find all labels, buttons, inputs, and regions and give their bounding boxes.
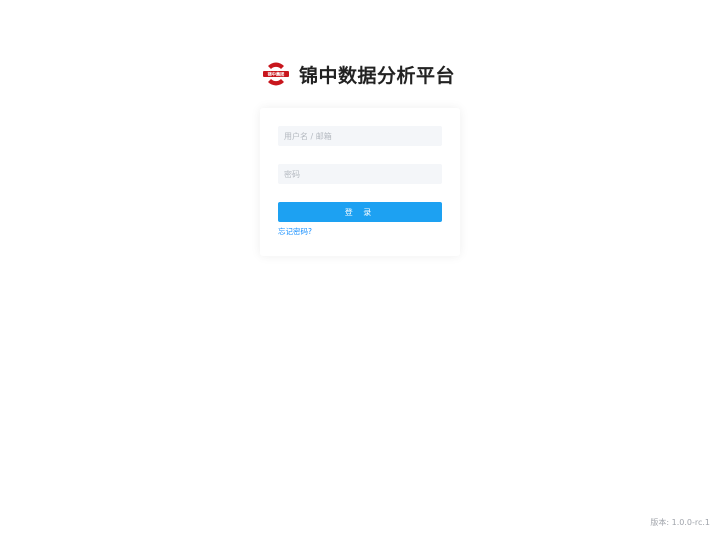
login-page: 锦中集团 锦中数据分析平台 登 录 忘记密码? 版本: 1.0.0-rc.1 bbox=[0, 0, 720, 540]
logo-text: 锦中集团 bbox=[268, 71, 285, 78]
brand-header: 锦中集团 锦中数据分析平台 bbox=[262, 57, 455, 91]
login-card: 登 录 忘记密码? bbox=[260, 108, 460, 256]
jinzhong-group-logo-icon: 锦中集团 bbox=[263, 62, 289, 86]
login-button[interactable]: 登 录 bbox=[278, 202, 442, 222]
password-input[interactable] bbox=[278, 164, 442, 184]
forgot-password-link[interactable]: 忘记密码? bbox=[278, 226, 312, 237]
username-input[interactable] bbox=[278, 126, 442, 146]
version-label: 版本: 1.0.0-rc.1 bbox=[650, 518, 710, 527]
page-title: 锦中数据分析平台 bbox=[299, 64, 456, 87]
